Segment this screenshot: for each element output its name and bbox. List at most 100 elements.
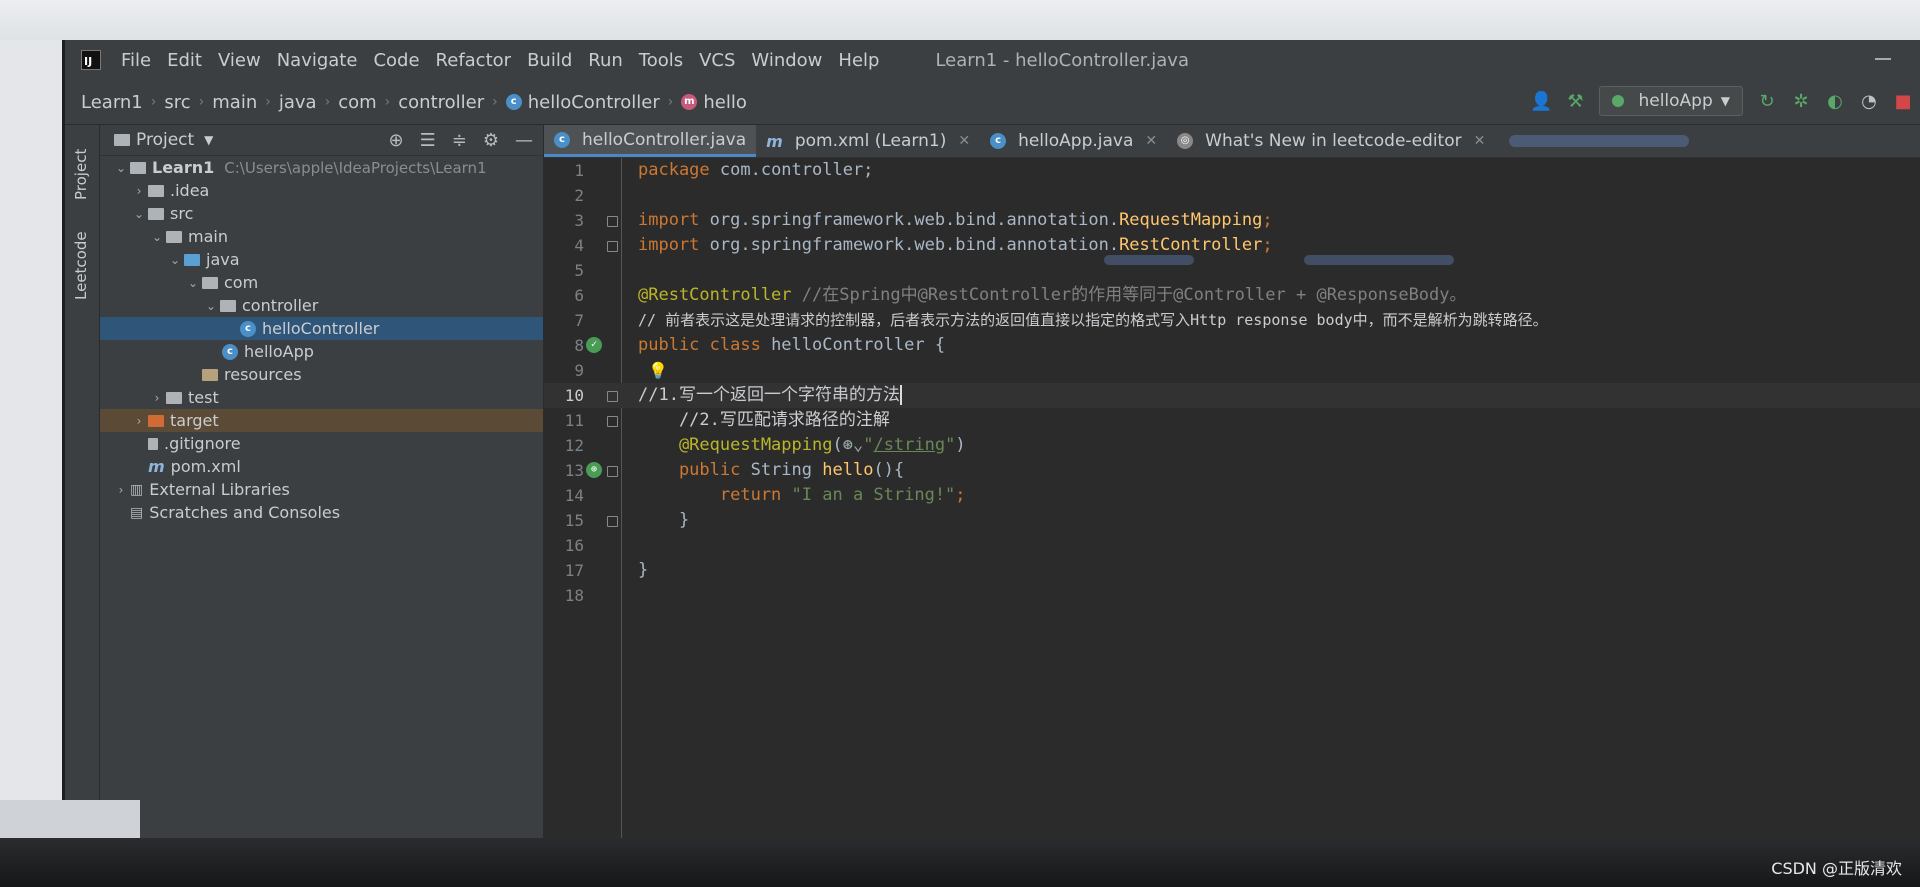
leetcode-tool-button[interactable]: Leetcode <box>72 231 90 300</box>
breadcrumb-controller[interactable]: controller <box>398 92 484 113</box>
close-icon[interactable]: ✕ <box>958 133 970 149</box>
tree-item-java[interactable]: ⌄ java <box>100 248 543 271</box>
fold-marker-icon[interactable] <box>607 391 618 402</box>
menu-run[interactable]: Run <box>588 50 623 71</box>
code-comment: //在Spring中@RestController的作用等同于@Controll… <box>791 285 1467 305</box>
tree-item-main[interactable]: ⌄ main <box>100 225 543 248</box>
chevron-right-icon[interactable]: › <box>148 391 166 405</box>
chevron-down-icon[interactable]: ⌄ <box>148 230 166 244</box>
tree-item-learn1[interactable]: ⌄ Learn1 C:\Users\apple\IdeaProjects\Lea… <box>100 156 543 179</box>
chevron-down-icon[interactable]: ⌄ <box>166 253 184 267</box>
menu-file[interactable]: File <box>121 50 151 71</box>
line-number: 5 <box>574 261 584 280</box>
fold-marker-icon[interactable] <box>607 516 618 527</box>
scratches-icon: ▤ <box>130 504 144 521</box>
tab-whats-new[interactable]: ◎ What's New in leetcode-editor ✕ <box>1167 125 1495 157</box>
url-mapping-icon[interactable]: ⊛⌄ <box>843 435 863 455</box>
breadcrumb-src[interactable]: src <box>164 92 190 113</box>
chevron-right-icon: › <box>265 94 271 110</box>
chevron-right-icon[interactable]: › <box>112 483 130 497</box>
tree-item-pom[interactable]: m pom.xml <box>100 455 543 478</box>
code-token: public <box>638 460 741 480</box>
menu-view[interactable]: View <box>218 50 261 71</box>
user-icon[interactable]: 👤 <box>1530 91 1552 112</box>
expand-all-icon[interactable]: ☰ <box>420 130 436 151</box>
breadcrumb-java[interactable]: java <box>279 92 317 113</box>
chevron-down-icon[interactable]: ⌄ <box>130 207 148 221</box>
tree-item-hellocontroller[interactable]: c helloController <box>100 317 543 340</box>
chevron-right-icon[interactable]: › <box>130 184 148 198</box>
tree-item-target[interactable]: › target <box>100 409 543 432</box>
tree-label: resources <box>224 365 302 384</box>
coverage-icon[interactable]: ◐ <box>1825 91 1845 112</box>
menu-window[interactable]: Window <box>751 50 822 71</box>
editor-tabs: c helloController.java m pom.xml (Learn1… <box>544 125 1920 158</box>
tree-item-controller[interactable]: ⌄ controller <box>100 294 543 317</box>
code-area[interactable]: 1 package com.controller; 2 3 import org… <box>544 158 1920 840</box>
lightbulb-icon[interactable]: 💡 <box>648 358 668 383</box>
chevron-down-icon[interactable]: ⌄ <box>202 299 220 313</box>
endpoint-gutter-icon[interactable]: ⊕ <box>586 462 602 478</box>
profiler-icon[interactable]: ◔ <box>1859 91 1879 112</box>
debug-bug-icon[interactable]: ✲ <box>1791 91 1811 112</box>
code-token: ) <box>955 435 966 455</box>
fold-marker-icon[interactable] <box>607 416 618 427</box>
collapse-all-icon[interactable]: ≑ <box>452 130 467 151</box>
tab-pom[interactable]: m pom.xml (Learn1) ✕ <box>756 125 980 157</box>
tab-helloapp[interactable]: c helloApp.java ✕ <box>980 125 1167 157</box>
tree-item-helloapp[interactable]: c helloApp <box>100 340 543 363</box>
tree-item-idea[interactable]: › .idea <box>100 179 543 202</box>
tab-hellocontroller[interactable]: c helloController.java <box>544 125 757 157</box>
tab-label: helloController.java <box>582 129 747 150</box>
breadcrumb-learn1[interactable]: Learn1 <box>81 92 143 113</box>
class-icon: c <box>554 131 570 148</box>
menu-code[interactable]: Code <box>373 50 419 71</box>
gear-icon[interactable]: ⚙ <box>483 130 499 151</box>
breadcrumb-main[interactable]: main <box>212 92 257 113</box>
menu-vcs[interactable]: VCS <box>699 50 735 71</box>
tree-item-external-libraries[interactable]: › ▥ External Libraries <box>100 478 543 501</box>
tree-item-test[interactable]: › test <box>100 386 543 409</box>
hide-panel-icon[interactable]: — <box>515 130 533 151</box>
menu-navigate[interactable]: Navigate <box>277 50 358 71</box>
chevron-down-icon[interactable]: ⌄ <box>112 161 130 175</box>
fold-marker-icon[interactable] <box>607 216 618 227</box>
tree-item-gitignore[interactable]: .gitignore <box>100 432 543 455</box>
locate-file-icon[interactable]: ⊕ <box>389 130 404 151</box>
spring-bean-gutter-icon[interactable]: ✓ <box>586 337 602 353</box>
run-config-selector[interactable]: helloApp ▼ <box>1599 86 1743 116</box>
menu-tools[interactable]: Tools <box>639 50 683 71</box>
intellij-logo-icon[interactable]: IJ <box>81 50 101 70</box>
rerun-icon[interactable]: ↻ <box>1757 91 1777 112</box>
fold-marker-icon[interactable] <box>607 466 618 477</box>
chevron-down-icon[interactable]: ▼ <box>204 133 213 147</box>
menu-edit[interactable]: Edit <box>167 50 202 71</box>
tree-item-scratches[interactable]: ▤ Scratches and Consoles <box>100 501 543 524</box>
menu-build[interactable]: Build <box>527 50 572 71</box>
folder-icon <box>148 184 164 197</box>
tree-item-com[interactable]: ⌄ com <box>100 271 543 294</box>
chevron-down-icon[interactable]: ⌄ <box>184 276 202 290</box>
breadcrumb-hellocontroller[interactable]: helloController <box>528 92 660 113</box>
tree-item-resources[interactable]: resources <box>100 363 543 386</box>
close-icon[interactable]: ✕ <box>1474 133 1486 149</box>
chevron-right-icon: › <box>150 94 157 110</box>
close-icon[interactable]: ✕ <box>1145 133 1157 149</box>
request-path-link[interactable]: /string <box>873 435 945 455</box>
tree-label: main <box>188 227 228 246</box>
fold-marker-icon[interactable] <box>607 241 618 252</box>
minimize-icon[interactable] <box>1875 58 1891 60</box>
stop-icon[interactable]: ■ <box>1893 91 1913 112</box>
menu-help[interactable]: Help <box>838 50 879 71</box>
code-token: " <box>863 435 874 455</box>
breadcrumb-hello[interactable]: hello <box>703 92 747 113</box>
line-number: 6 <box>574 286 584 305</box>
menu-refactor[interactable]: Refactor <box>436 50 512 71</box>
tree-item-src[interactable]: ⌄ src <box>100 202 543 225</box>
build-hammer-icon[interactable]: ⚒ <box>1565 91 1585 112</box>
project-tool-button[interactable]: Project <box>72 149 90 200</box>
breadcrumb-com[interactable]: com <box>338 92 376 113</box>
chevron-right-icon[interactable]: › <box>130 414 148 428</box>
code-line-5: 5 <box>544 258 1920 283</box>
project-view-selector[interactable]: Project <box>136 130 194 150</box>
